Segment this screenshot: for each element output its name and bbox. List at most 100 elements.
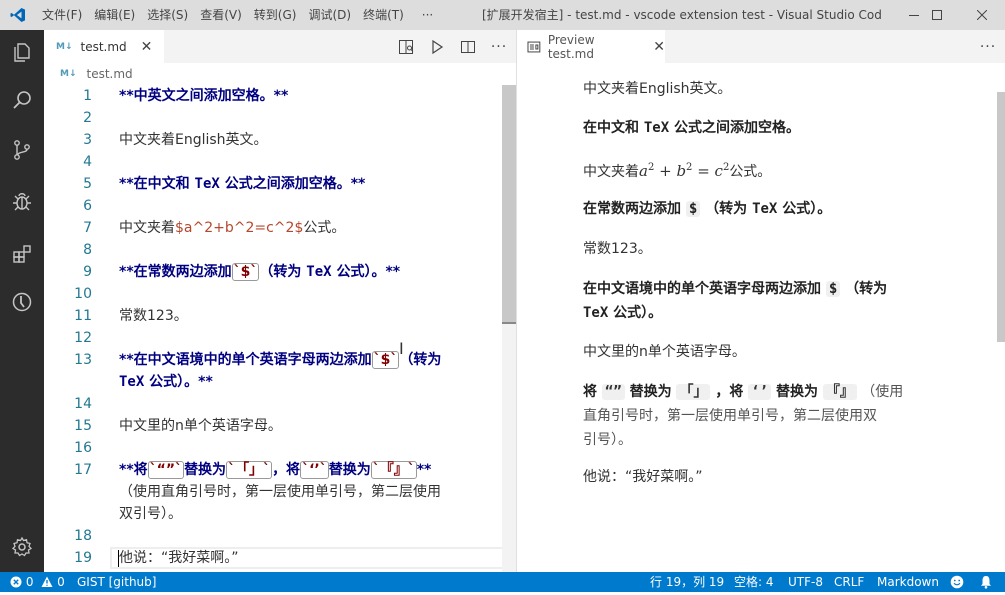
editor-group-preview: Preview test.md ✕ ··· 中文夹着English英文。 在中文… bbox=[517, 30, 1005, 572]
code-line[interactable]: 11 常数123。 bbox=[44, 305, 502, 327]
error-icon bbox=[10, 576, 22, 588]
inline-code: $ bbox=[825, 281, 841, 297]
preview-tex-word: TeX bbox=[643, 120, 670, 136]
code-line[interactable]: 10 bbox=[44, 283, 502, 305]
menu-terminal[interactable]: 终端(T) bbox=[357, 0, 410, 30]
code-line[interactable]: 19 他说：“我好菜啊。” bbox=[44, 547, 502, 569]
debug-icon bbox=[13, 193, 31, 211]
explorer-button[interactable] bbox=[6, 36, 38, 68]
editor-scrollbar-thumb[interactable] bbox=[502, 85, 516, 322]
code-line[interactable]: 12 bbox=[44, 327, 502, 349]
inline-code-span: `$` bbox=[231, 263, 260, 281]
tab-preview-test-md[interactable]: Preview test.md ✕ bbox=[517, 30, 665, 63]
menu-edit[interactable]: 编辑(E) bbox=[88, 0, 141, 30]
split-editor-button[interactable] bbox=[457, 36, 479, 58]
breadcrumb[interactable]: M↓ test.md bbox=[44, 63, 516, 85]
code-line[interactable]: 7 中文夹着$a^2+b^2=c^2$公式。 bbox=[44, 217, 502, 239]
text-span: TeX bbox=[119, 374, 145, 390]
preview-tab-close-icon[interactable]: ✕ bbox=[653, 39, 665, 55]
menu-go[interactable]: 转到(G) bbox=[248, 0, 303, 30]
code-line[interactable]: 6 bbox=[44, 195, 502, 217]
feedback-button[interactable] bbox=[950, 575, 964, 595]
code-line[interactable]: 15 中文里的n单个英语字母。 bbox=[44, 415, 502, 437]
close-window-button[interactable] bbox=[959, 0, 1005, 30]
maximize-button[interactable] bbox=[914, 0, 960, 30]
preview-scrollbar-thumb[interactable] bbox=[997, 92, 1005, 342]
branch-indicator[interactable]: GIST [github] bbox=[77, 572, 156, 592]
more-actions-button[interactable]: ··· bbox=[488, 36, 510, 58]
line-number: 3 bbox=[83, 132, 92, 148]
preview-more-actions-button[interactable]: ··· bbox=[977, 36, 999, 58]
problems-indicator[interactable]: 0 0 bbox=[10, 572, 65, 592]
editor-scrollbar[interactable] bbox=[502, 85, 516, 572]
cursor-position[interactable]: 行 19，列 19 bbox=[650, 572, 724, 592]
search-view-button[interactable] bbox=[6, 85, 38, 117]
preview-text: 公式之间添加空格。 bbox=[669, 120, 801, 136]
code-line[interactable]: 9 **在常数两边添加 `$` （转为 TeX 公式）。** bbox=[44, 261, 502, 283]
line-text: **在常数两边添加 `$` （转为 TeX 公式）。** bbox=[119, 261, 496, 283]
timeline-button[interactable] bbox=[6, 286, 38, 318]
notifications-button[interactable] bbox=[979, 575, 993, 595]
text-span: 公式）。** bbox=[331, 264, 401, 280]
open-preview-button[interactable] bbox=[395, 36, 417, 58]
preview-scrollbar[interactable] bbox=[997, 92, 1005, 572]
line-text: **中英文之间添加空格。** bbox=[119, 85, 496, 107]
menu-selection[interactable]: 选择(S) bbox=[141, 0, 194, 30]
text-span: **在中文和 bbox=[119, 176, 195, 192]
code-line[interactable]: 17 **将 `“”` 替换为 `「」` ，将 `‘’` 替换为 `『』` ** （使用直角引号时… bbox=[44, 459, 502, 525]
code-line[interactable]: 2 bbox=[44, 107, 502, 129]
text-span: **中英文之间添加空格。** bbox=[119, 88, 289, 104]
line-text: 常数123。 bbox=[119, 305, 496, 327]
preview-paragraph: 在常数两边添加 $ （转为 TeX 公式）。 bbox=[583, 201, 832, 217]
preview-text: 公式。 bbox=[729, 164, 772, 180]
indentation[interactable]: 空格: 4 bbox=[734, 572, 774, 592]
line-text: 中文夹着English英文。 bbox=[119, 129, 496, 151]
text-span: **将 bbox=[119, 462, 148, 478]
menu-more[interactable]: ··· bbox=[416, 0, 439, 30]
code-line[interactable]: 13 **在中文语境中的单个英语字母两边添加 `$` （转为 TeX 公式）。** bbox=[44, 349, 502, 393]
line-number: 14 bbox=[74, 396, 92, 412]
cursor-position-marker bbox=[502, 322, 516, 324]
breadcrumb-file[interactable]: test.md bbox=[87, 67, 133, 81]
code-line[interactable]: 3 中文夹着English英文。 bbox=[44, 129, 502, 151]
tab-close-icon[interactable]: ✕ bbox=[141, 39, 153, 55]
source-control-button[interactable] bbox=[6, 134, 38, 166]
preview-paragraph: 在中文语境中的单个英语字母两边添加 $ （转为 TeX 公式）。 bbox=[583, 281, 888, 321]
text-span: **在常数两边添加 bbox=[119, 264, 232, 280]
run-button[interactable] bbox=[426, 36, 448, 58]
code-line[interactable]: 8 bbox=[44, 239, 502, 261]
encoding[interactable]: UTF-8 bbox=[788, 572, 823, 592]
code-line[interactable]: 14 bbox=[44, 393, 502, 415]
tab-test-md[interactable]: M↓ test.md ✕ bbox=[44, 30, 164, 63]
maximize-icon bbox=[932, 10, 942, 20]
text-span: （转为 bbox=[259, 264, 307, 280]
inline-code-span: `“”` bbox=[147, 461, 185, 479]
code-line[interactable]: 5 **在中文和 TeX 公式之间添加空格。** bbox=[44, 173, 502, 195]
tab-label: test.md bbox=[80, 39, 127, 54]
line-number: 11 bbox=[74, 308, 92, 324]
menu-file[interactable]: 文件(F) bbox=[36, 0, 88, 30]
inline-code: 『』 bbox=[822, 384, 857, 400]
tab-bar: M↓ test.md ✕ ··· bbox=[44, 30, 516, 63]
code-editor[interactable]: I 1 **中英文之间添加空格。** 2 3 中文夹着English英文。 4 5 **在中文… bbox=[44, 85, 502, 572]
inline-code: “” bbox=[601, 384, 625, 400]
text-span: **在中文语境中的单个英语字母两边添加 bbox=[119, 352, 372, 368]
code-line[interactable]: 1 **中英文之间添加空格。** bbox=[44, 85, 502, 107]
code-line[interactable]: 16 bbox=[44, 437, 502, 459]
manage-button[interactable] bbox=[6, 531, 38, 563]
menu-debug[interactable]: 调试(D) bbox=[302, 0, 357, 30]
inline-code-span: `‘’` bbox=[300, 461, 329, 479]
split-editor-icon bbox=[461, 40, 475, 53]
extensions-button[interactable] bbox=[6, 238, 38, 270]
language-mode[interactable]: Markdown bbox=[877, 572, 939, 592]
menu-view[interactable]: 查看(V) bbox=[194, 0, 248, 30]
end-of-line[interactable]: CRLF bbox=[834, 572, 864, 592]
debug-button[interactable] bbox=[6, 186, 38, 218]
inline-code-span: `『』` bbox=[370, 461, 417, 479]
title-bar: 文件(F) 编辑(E) 选择(S) 查看(V) 转到(G) 调试(D) 终端(T… bbox=[0, 0, 1005, 30]
preview-text: 在中文和 bbox=[583, 120, 644, 136]
code-line[interactable]: 4 bbox=[44, 151, 502, 173]
line-number: 13 bbox=[74, 352, 92, 368]
code-line[interactable]: 18 bbox=[44, 525, 502, 547]
open-preview-icon bbox=[399, 39, 414, 54]
